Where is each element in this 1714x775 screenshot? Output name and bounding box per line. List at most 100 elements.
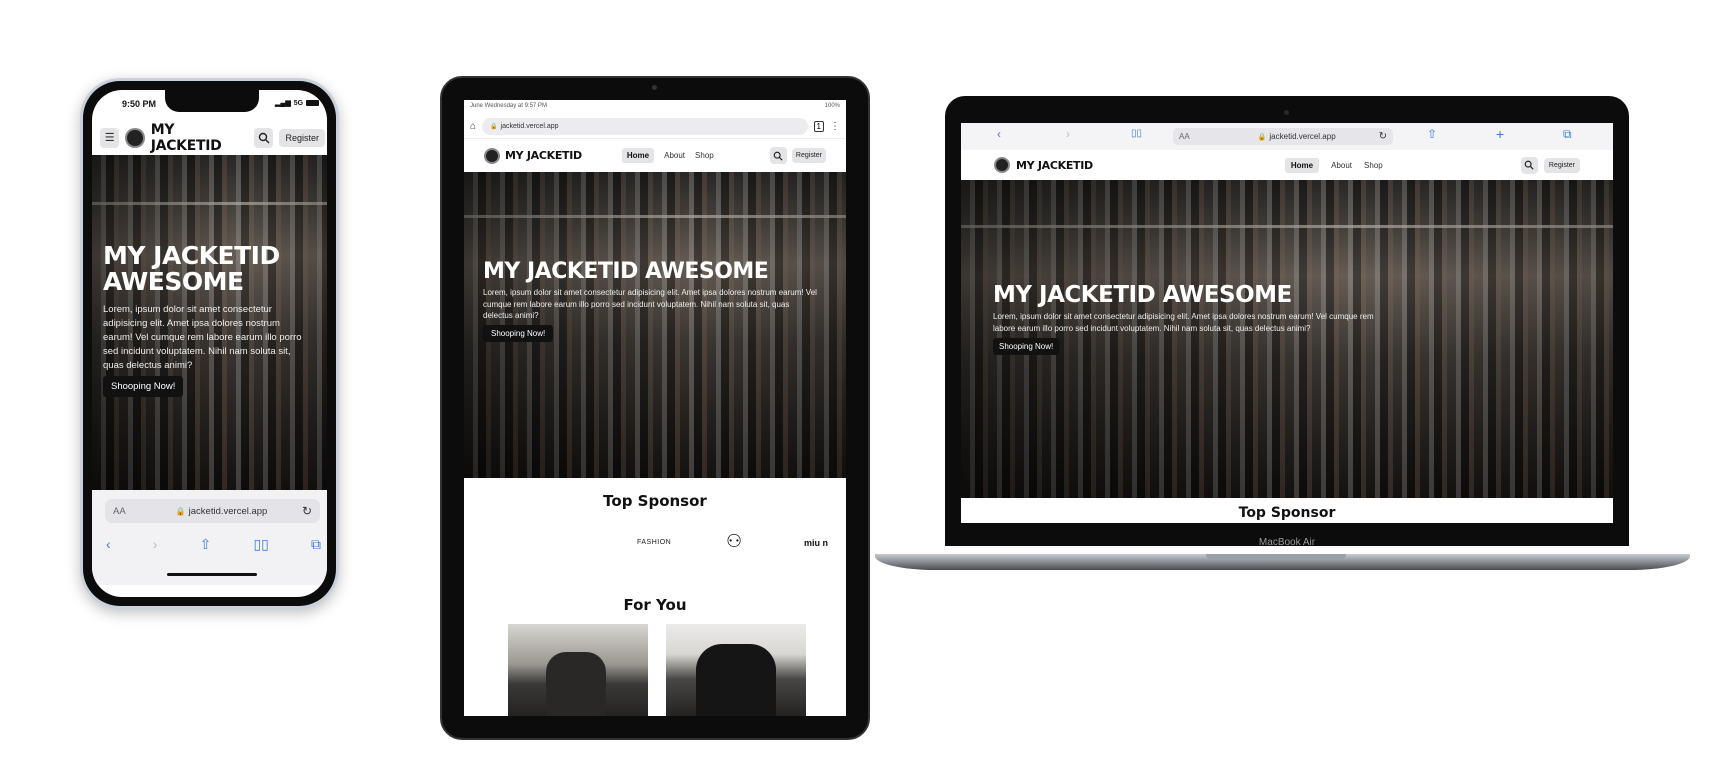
url-text: jacketid.vercel.app	[500, 122, 559, 130]
phone-safari-bar: AA 🔒 jacketid.vercel.app ↻ ‹ › ⇧ ▯▯ ⧉	[92, 490, 327, 585]
status-date: June Wednesday at 9:57 PM	[470, 103, 547, 109]
laptop-model-label: MacBook Air	[1258, 537, 1316, 548]
hero-description: Lorem, ipsum dolor sit amet consectetur …	[483, 288, 817, 321]
signal-icon: ▂▄▆	[275, 100, 291, 107]
sponsor-hanger-logo[interactable]: ⚇	[726, 531, 742, 552]
hero-description: Lorem, ipsum dolor sit amet consectetur …	[103, 303, 302, 371]
share-icon[interactable]: ⇧	[200, 536, 212, 553]
foryou-title: For You	[623, 596, 687, 614]
battery-label: 100%	[824, 103, 840, 109]
shop-now-button[interactable]: Shooping Now!	[993, 338, 1060, 356]
nav-about[interactable]: About	[1331, 158, 1352, 173]
laptop-hinge	[1206, 554, 1346, 559]
phone-screen: 9:50 PM ▂▄▆ 5G ☰ MY JACKETID Register MY …	[92, 90, 327, 597]
home-indicator	[167, 573, 257, 576]
lock-icon: 🔒	[175, 506, 186, 516]
phone-mockup: 9:50 PM ▂▄▆ 5G ☰ MY JACKETID Register MY …	[80, 78, 339, 609]
reload-icon[interactable]: ↻	[1379, 131, 1387, 142]
hero-description: Lorem, ipsum dolor sit amet consectetur …	[993, 312, 1374, 334]
text-size-button[interactable]: AA	[1179, 132, 1190, 141]
back-icon[interactable]: ‹	[106, 536, 111, 553]
url-bar[interactable]: AA 🔒 jacketid.vercel.app ↻	[105, 499, 320, 523]
sponsor-fashion[interactable]: FASHION	[637, 539, 671, 546]
nav-shop[interactable]: Shop	[1364, 158, 1383, 173]
phone-hero: MY JACKETID AWESOME Lorem, ipsum dolor si…	[92, 155, 327, 490]
phone-notch	[165, 90, 259, 112]
tabs-icon[interactable]: ⧉	[1563, 127, 1572, 142]
tablet-mockup: June Wednesday at 9:57 PM 100% ⌂ 🔒 jacket…	[440, 76, 870, 740]
home-icon[interactable]: ⌂	[470, 121, 476, 132]
search-icon	[258, 132, 270, 143]
reload-icon[interactable]: ↻	[302, 504, 312, 518]
safari-toolbar: ‹ › ⇧ ▯▯ ⧉	[106, 536, 321, 553]
url-text: jacketid.vercel.app	[1269, 132, 1336, 141]
hero-title: MY JACKETID AWESOME	[483, 259, 769, 284]
laptop-safari-toolbar: ‹ › ▯▯ AA 🔒 jacketid.vercel.app ↻ ⇧ + ⧉	[961, 123, 1613, 150]
nav-home[interactable]: Home	[621, 148, 655, 163]
sponsor-miu[interactable]: miu n	[804, 538, 828, 548]
search-icon	[1525, 160, 1535, 170]
share-icon[interactable]: ⇧	[1427, 127, 1437, 141]
laptop-camera	[1284, 110, 1289, 115]
shop-now-button[interactable]: Shooping Now!	[483, 324, 554, 342]
menu-button[interactable]: ☰	[100, 127, 120, 148]
forward-icon[interactable]: ›	[153, 536, 158, 553]
product-card-2[interactable]	[666, 624, 806, 716]
lock-icon: 🔒	[490, 123, 498, 130]
lock-icon: 🔒	[1257, 133, 1267, 141]
nav-home[interactable]: Home	[1284, 157, 1320, 173]
bookmarks-icon[interactable]: ▯▯	[1131, 128, 1142, 139]
laptop-navbar: MY JACKETID Home About Shop Register	[961, 150, 1613, 180]
laptop-screen: ‹ › ▯▯ AA 🔒 jacketid.vercel.app ↻ ⇧ + ⧉ …	[961, 123, 1613, 523]
more-icon[interactable]: ⋮	[830, 121, 840, 132]
bookmarks-icon[interactable]: ▯▯	[253, 536, 268, 553]
brand-name[interactable]: MY JACKETID	[1016, 159, 1093, 172]
phone-time: 9:50 PM	[122, 99, 157, 109]
brand-logo[interactable]	[994, 157, 1010, 173]
tabs-icon[interactable]: ⧉	[311, 536, 321, 553]
nav-links: Home About Shop	[621, 148, 714, 163]
brand-name[interactable]: MY JACKETID	[505, 149, 582, 162]
tablet-hero: MY JACKETID AWESOME Lorem, ipsum dolor s…	[464, 172, 846, 478]
laptop-mockup: ‹ › ▯▯ AA 🔒 jacketid.vercel.app ↻ ⇧ + ⧉ …	[945, 96, 1629, 548]
text-size-button[interactable]: AA	[113, 506, 126, 517]
brand-name[interactable]: MY JACKETID	[151, 122, 246, 154]
tablet-browser-bar: ⌂ 🔒 jacketid.vercel.app 1 ⋮	[464, 114, 846, 138]
sponsor-title: Top Sponsor	[1238, 505, 1336, 521]
tablet-status-bar: June Wednesday at 9:57 PM 100%	[464, 100, 846, 112]
sponsor-title: Top Sponsor	[603, 492, 707, 510]
shop-now-button[interactable]: Shooping Now!	[103, 375, 184, 397]
laptop-hero: MY JACKETID AWESOME Lorem, ipsum dolor s…	[961, 180, 1613, 498]
network-label: 5G	[293, 99, 304, 107]
register-button[interactable]: Register	[279, 128, 325, 147]
phone-navbar: ☰ MY JACKETID Register	[92, 120, 327, 155]
new-tab-icon[interactable]: +	[1496, 126, 1504, 142]
search-button[interactable]	[254, 127, 274, 148]
brand-logo[interactable]	[484, 147, 500, 164]
battery-icon	[306, 100, 320, 106]
brand-logo[interactable]	[125, 127, 145, 148]
search-button[interactable]	[1520, 156, 1538, 174]
nav-shop[interactable]: Shop	[695, 148, 714, 163]
url-bar[interactable]: 🔒 jacketid.vercel.app	[482, 117, 808, 135]
search-button[interactable]	[769, 147, 787, 164]
nav-links: Home About Shop	[1284, 157, 1383, 173]
tab-count-icon[interactable]: 1	[813, 120, 824, 132]
register-button[interactable]: Register	[1543, 157, 1580, 173]
forward-icon[interactable]: ›	[1066, 127, 1070, 141]
tablet-navbar: MY JACKETID Home About Shop Register	[464, 138, 846, 172]
hamburger-icon: ☰	[104, 132, 115, 144]
phone-status-icons: ▂▄▆ 5G	[275, 99, 320, 107]
search-icon	[774, 151, 784, 161]
register-button[interactable]: Register	[791, 148, 826, 163]
nav-about[interactable]: About	[664, 148, 685, 163]
url-text: jacketid.vercel.app	[188, 505, 268, 517]
sponsor-logos: FASHION ⚇ miu n	[464, 530, 846, 560]
url-bar[interactable]: AA 🔒 jacketid.vercel.app ↻	[1173, 128, 1393, 145]
tablet-camera	[652, 85, 657, 90]
product-card-1[interactable]	[508, 624, 648, 716]
back-icon[interactable]: ‹	[997, 127, 1001, 141]
hero-title: MY JACKETID AWESOME	[993, 282, 1292, 308]
hero-title: MY JACKETID AWESOME	[103, 241, 280, 297]
tablet-screen: June Wednesday at 9:57 PM 100% ⌂ 🔒 jacket…	[464, 100, 846, 716]
